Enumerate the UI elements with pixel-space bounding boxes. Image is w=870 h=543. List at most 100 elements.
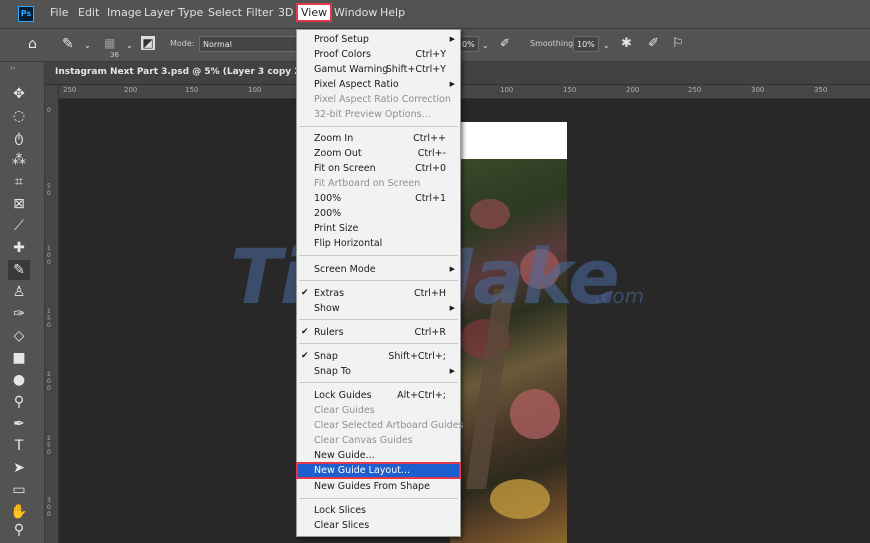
menu-item-flip-horizontal[interactable]: Flip Horizontal — [297, 236, 460, 251]
hand-tool-icon[interactable]: ✋ — [8, 502, 30, 522]
menu-item-zoom-in[interactable]: Zoom In Ctrl++ — [297, 131, 460, 146]
smoothing-label: Smoothing: — [530, 39, 576, 48]
menu-item-label: Snap To — [314, 366, 351, 377]
chevron-down-icon[interactable]: ⌄ — [482, 41, 489, 50]
chevron-down-icon[interactable]: ⌄ — [603, 41, 610, 50]
menu-item-rulers[interactable]: ✔ Rulers Ctrl+R — [297, 325, 460, 340]
menu-item-100-percent[interactable]: 100% Ctrl+1 — [297, 191, 460, 206]
settings-gear-icon[interactable]: ✱ — [621, 36, 632, 51]
menu-item-extras[interactable]: ✔ Extras Ctrl+H — [297, 286, 460, 301]
submenu-arrow-icon: ▶ — [449, 35, 455, 43]
menu-separator — [299, 343, 458, 344]
menu-item-snap[interactable]: ✔ Snap Shift+Ctrl+; — [297, 349, 460, 364]
menu-select[interactable]: Select — [208, 6, 242, 19]
menu-item-gamut-warning[interactable]: Gamut Warning Shift+Ctrl+Y — [297, 62, 460, 77]
history-brush-tool-icon[interactable]: ✑ — [8, 304, 30, 324]
menu-filter[interactable]: Filter — [246, 6, 273, 19]
menu-item-clear-canvas-guides: Clear Canvas Guides — [297, 433, 460, 448]
menu-item-label: Extras — [314, 288, 345, 299]
blur-tool-icon[interactable]: ● — [8, 370, 30, 390]
gradient-tool-icon[interactable]: ■ — [8, 348, 30, 368]
menu-item-shortcut: Ctrl+Y — [415, 49, 446, 60]
menu-image[interactable]: Image — [107, 6, 141, 19]
menu-item-proof-colors[interactable]: Proof Colors Ctrl+Y — [297, 47, 460, 62]
menu-type[interactable]: Type — [178, 6, 203, 19]
menu-item-label: Gamut Warning — [314, 64, 389, 75]
menu-window[interactable]: Window — [334, 6, 377, 19]
photoshop-logo-icon[interactable]: Ps — [18, 6, 34, 22]
home-icon[interactable]: ⌂ — [28, 36, 37, 52]
menu-view[interactable]: View — [295, 3, 333, 22]
ruler-tick: 150 — [185, 86, 199, 94]
menu-item-clear-selected-artboard-guides: Clear Selected Artboard Guides — [297, 418, 464, 433]
menu-item-200-percent[interactable]: 200% — [297, 206, 460, 221]
menu-item-proof-setup[interactable]: Proof Setup ▶ — [297, 32, 460, 47]
brush-preset-icon[interactable]: ▦ — [104, 36, 115, 50]
eyedropper-tool-icon[interactable]: ⟋ — [8, 216, 30, 236]
smoothing-input[interactable]: 10% — [573, 36, 599, 52]
eraser-tool-icon[interactable]: ◇ — [8, 326, 30, 346]
menu-item-shortcut: Ctrl+H — [413, 288, 446, 299]
vertical-ruler[interactable]: 0 50 100 150 200 250 300 — [45, 85, 59, 543]
menu-item-fit-on-screen[interactable]: Fit on Screen Ctrl+0 — [297, 161, 460, 176]
mode-select[interactable]: Normal — [199, 36, 297, 52]
menu-item-label: Snap — [314, 351, 338, 362]
lasso-tool-icon[interactable]: ტ — [8, 128, 30, 148]
flow-input[interactable]: 0% — [459, 36, 479, 52]
ruler-tick: 350 — [814, 86, 828, 94]
menu-item-clear-slices[interactable]: Clear Slices — [297, 518, 460, 533]
menu-item-new-guide-layout[interactable]: New Guide Layout... — [296, 462, 461, 479]
move-tool-icon[interactable]: ✥ — [8, 84, 30, 104]
pen-tool-icon[interactable]: ✒ — [8, 414, 30, 434]
menu-item-zoom-out[interactable]: Zoom Out Ctrl+- — [297, 146, 460, 161]
menu-item-show[interactable]: Show ▶ — [297, 301, 460, 316]
chevron-down-icon[interactable]: ⌄ — [126, 41, 133, 50]
brush-icon[interactable]: ✎ — [62, 36, 74, 52]
frame-tool-icon[interactable]: ⊠ — [8, 194, 30, 214]
rectangle-tool-icon[interactable]: ▭ — [8, 480, 30, 500]
healing-brush-tool-icon[interactable]: ✚ — [8, 238, 30, 258]
menu-item-label: Proof Colors — [314, 49, 371, 60]
menu-item-shortcut: Ctrl+1 — [415, 193, 446, 204]
menu-item-print-size[interactable]: Print Size — [297, 221, 460, 236]
menu-3d[interactable]: 3D — [278, 6, 293, 19]
menu-item-new-guides-from-shape[interactable]: New Guides From Shape — [297, 479, 460, 494]
watermark-suffix: .com — [595, 284, 645, 308]
menu-item-shortcut: Ctrl+- — [417, 148, 446, 159]
ruler-tick: 150 — [47, 308, 51, 329]
brush-tool-icon[interactable]: ✎ — [8, 260, 30, 280]
pressure-icon[interactable]: ✐ — [648, 36, 659, 51]
toggle-panel-icon[interactable]: ◩ — [141, 36, 155, 50]
dodge-tool-icon[interactable]: ⚲ — [8, 392, 30, 412]
menu-item-lock-guides[interactable]: Lock Guides Alt+Ctrl+; — [297, 388, 460, 403]
magic-wand-tool-icon[interactable]: ⁂ — [8, 150, 30, 170]
menu-item-label: Show — [314, 303, 340, 314]
menu-separator — [299, 255, 458, 256]
document-image[interactable] — [450, 159, 567, 543]
airbrush-icon[interactable]: ✐ — [500, 36, 510, 50]
menu-item-new-guide[interactable]: New Guide... — [297, 448, 460, 463]
menu-layer[interactable]: Layer — [144, 6, 175, 19]
marquee-tool-icon[interactable]: ◌ — [8, 106, 30, 126]
type-tool-icon[interactable]: T — [8, 436, 30, 456]
symmetry-icon[interactable]: ⚐ — [672, 36, 684, 51]
menu-help[interactable]: Help — [380, 6, 405, 19]
menu-item-screen-mode[interactable]: Screen Mode ▶ — [297, 262, 460, 277]
document-canvas-top[interactable] — [450, 122, 567, 159]
collapse-panel-icon[interactable]: ›› — [10, 64, 16, 72]
menu-file[interactable]: File — [50, 6, 68, 19]
crop-tool-icon[interactable]: ⌗ — [8, 172, 30, 192]
menu-edit[interactable]: Edit — [78, 6, 99, 19]
menu-item-lock-slices[interactable]: Lock Slices — [297, 503, 460, 518]
path-selection-tool-icon[interactable]: ➤ — [8, 458, 30, 478]
checkmark-icon: ✔ — [301, 351, 309, 361]
horizontal-ruler[interactable]: 250 200 150 100 100 150 200 250 300 350 — [58, 85, 870, 99]
chevron-down-icon[interactable]: ⌄ — [84, 41, 91, 50]
clone-stamp-tool-icon[interactable]: ♙ — [8, 282, 30, 302]
zoom-tool-icon[interactable]: ⚲ — [8, 522, 30, 538]
menu-item-snap-to[interactable]: Snap To ▶ — [297, 364, 460, 379]
menu-item-pixel-aspect-ratio[interactable]: Pixel Aspect Ratio ▶ — [297, 77, 460, 92]
ruler-tick: 250 — [47, 435, 51, 456]
view-menu-dropdown: Proof Setup ▶ Proof Colors Ctrl+Y Gamut Wa… — [296, 29, 464, 537]
ruler-tick: 50 — [47, 183, 51, 197]
